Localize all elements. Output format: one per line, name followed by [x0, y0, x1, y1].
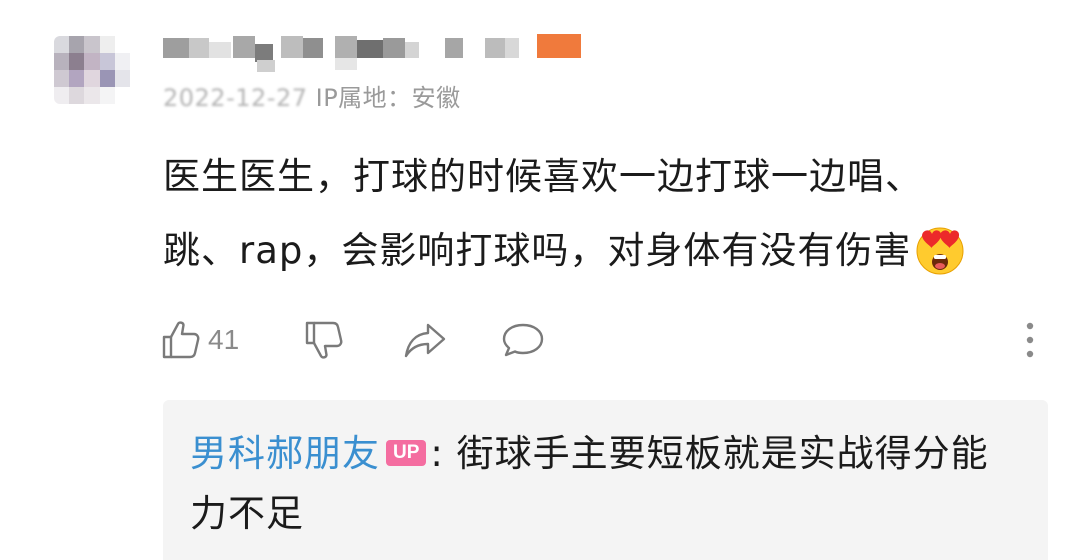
reply-button[interactable] — [500, 318, 546, 362]
more-options-button[interactable] — [1018, 318, 1042, 362]
comment-line-2: 跳、rap，会影响打球吗，对身体有没有伤害 — [163, 214, 1043, 288]
reply-text-line-1: 街球手主要短板就是实战得分能 — [443, 432, 989, 475]
avatar[interactable] — [54, 36, 130, 104]
reply-text-line-2: 力不足 — [190, 492, 304, 535]
comment-bubble-icon — [502, 323, 544, 357]
reply-preview[interactable]: 男科郝朋友 UP: 街球手主要短板就是实战得分能 力不足 — [163, 400, 1048, 560]
like-count: 41 — [208, 324, 240, 355]
reply-line-1: 男科郝朋友 UP: 街球手主要短板就是实战得分能 — [190, 424, 1025, 484]
ip-location: IP属地：安徽 — [315, 84, 461, 112]
share-button[interactable] — [402, 318, 448, 362]
more-vertical-icon — [1026, 322, 1034, 358]
up-badge: UP — [386, 439, 427, 466]
dislike-button[interactable] — [303, 318, 345, 362]
comment-screen: 2022-12-27 IP属地：安徽 医生医生，打球的时候喜欢一边打球一边唱、 … — [0, 0, 1080, 560]
thumbs-up-icon — [162, 321, 200, 359]
thumbs-down-icon — [305, 321, 343, 359]
reply-author[interactable]: 男科郝朋友 — [190, 432, 380, 475]
heart-eyes-emoji-icon — [916, 227, 964, 274]
share-icon — [404, 323, 446, 358]
comment-meta: 2022-12-27 IP属地：安徽 — [163, 78, 461, 113]
comment-line-2-text: 跳、rap，会影响打球吗，对身体有没有伤害 — [163, 229, 912, 272]
reply-text: 男科郝朋友 UP: 街球手主要短板就是实战得分能 力不足 — [190, 424, 1025, 544]
comment-body: 医生医生，打球的时候喜欢一边打球一边唱、 跳、rap，会影响打球吗，对身体有没有… — [163, 140, 1043, 288]
comment-date: 2022-12-27 — [163, 84, 308, 112]
like-button[interactable]: 41 — [160, 318, 239, 362]
comment-line-1: 医生医生，打球的时候喜欢一边打球一边唱、 — [163, 155, 923, 198]
username-pixelated[interactable] — [163, 34, 583, 74]
reply-separator: : — [430, 432, 444, 475]
